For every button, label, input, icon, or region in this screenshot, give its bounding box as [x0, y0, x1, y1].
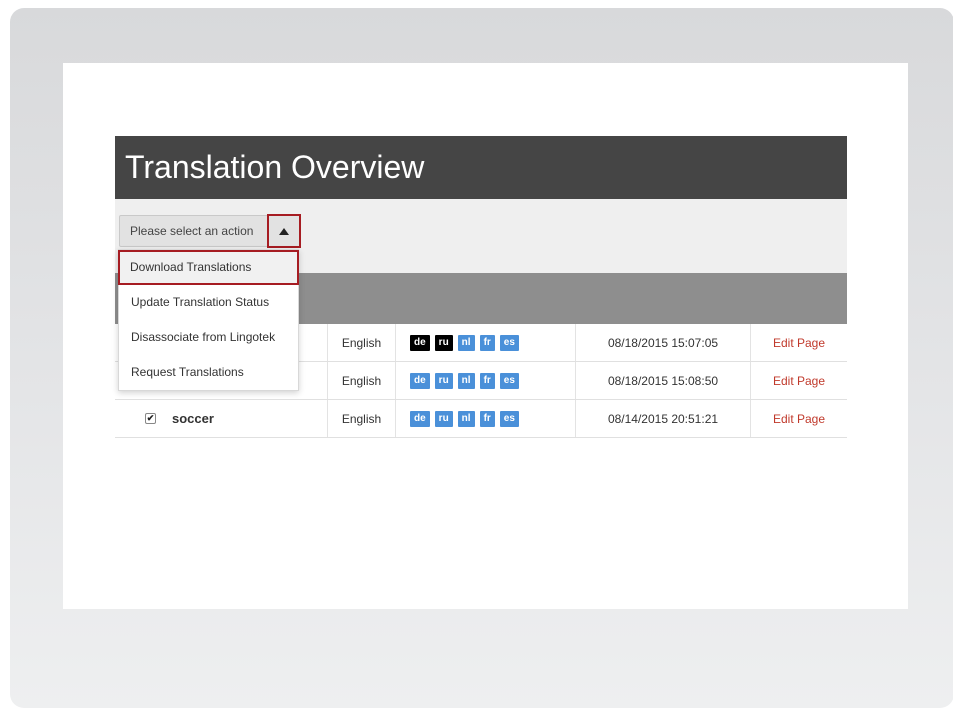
- row-language: English: [328, 324, 396, 361]
- menu-item-request-translations[interactable]: Request Translations: [119, 355, 298, 390]
- table-row: ✔ soccer English de ru nl fr es 08/14/20…: [115, 400, 847, 438]
- row-checkbox[interactable]: ✔: [145, 413, 156, 424]
- language-badge-de[interactable]: de: [410, 334, 430, 351]
- language-badge-nl[interactable]: nl: [457, 372, 475, 389]
- language-badge-ru[interactable]: ru: [434, 372, 453, 389]
- language-badges: de ru nl fr es: [396, 324, 576, 361]
- action-select[interactable]: Please select an action: [119, 214, 301, 248]
- language-badge-es[interactable]: es: [499, 372, 519, 389]
- row-language: English: [328, 362, 396, 399]
- language-badge-fr[interactable]: fr: [479, 410, 495, 427]
- checkmark-icon: ✔: [146, 413, 155, 423]
- language-badge-nl[interactable]: nl: [457, 410, 475, 427]
- menu-item-update-translation-status[interactable]: Update Translation Status: [119, 285, 298, 320]
- edit-page-link[interactable]: Edit Page: [751, 374, 847, 388]
- caret-up-icon: [279, 227, 289, 235]
- row-date: 08/14/2015 20:51:21: [576, 400, 751, 437]
- language-badge-es[interactable]: es: [499, 410, 519, 427]
- language-badge-de[interactable]: de: [410, 372, 430, 389]
- language-badge-fr[interactable]: fr: [479, 334, 495, 351]
- language-badge-ru[interactable]: ru: [434, 334, 453, 351]
- row-title-cell: ✔ soccer: [115, 400, 328, 437]
- language-badges: de ru nl fr es: [396, 362, 576, 399]
- menu-item-disassociate[interactable]: Disassociate from Lingotek: [119, 320, 298, 355]
- page-title: Translation Overview: [115, 136, 847, 199]
- edit-page-link[interactable]: Edit Page: [751, 336, 847, 350]
- language-badge-nl[interactable]: nl: [457, 334, 475, 351]
- row-date: 08/18/2015 15:07:05: [576, 324, 751, 361]
- row-date: 08/18/2015 15:08:50: [576, 362, 751, 399]
- action-select-label: Please select an action: [130, 224, 254, 238]
- language-badge-de[interactable]: de: [410, 410, 430, 427]
- row-title: soccer: [172, 411, 214, 426]
- action-dropdown-menu: Download Translations Update Translation…: [118, 249, 299, 391]
- language-badge-fr[interactable]: fr: [479, 372, 495, 389]
- language-badge-es[interactable]: es: [499, 334, 519, 351]
- language-badge-ru[interactable]: ru: [434, 410, 453, 427]
- row-language: English: [328, 400, 396, 437]
- menu-item-download-translations[interactable]: Download Translations: [118, 250, 299, 285]
- language-badges: de ru nl fr es: [396, 400, 576, 437]
- action-select-toggle[interactable]: [267, 214, 301, 248]
- edit-page-link[interactable]: Edit Page: [751, 412, 847, 426]
